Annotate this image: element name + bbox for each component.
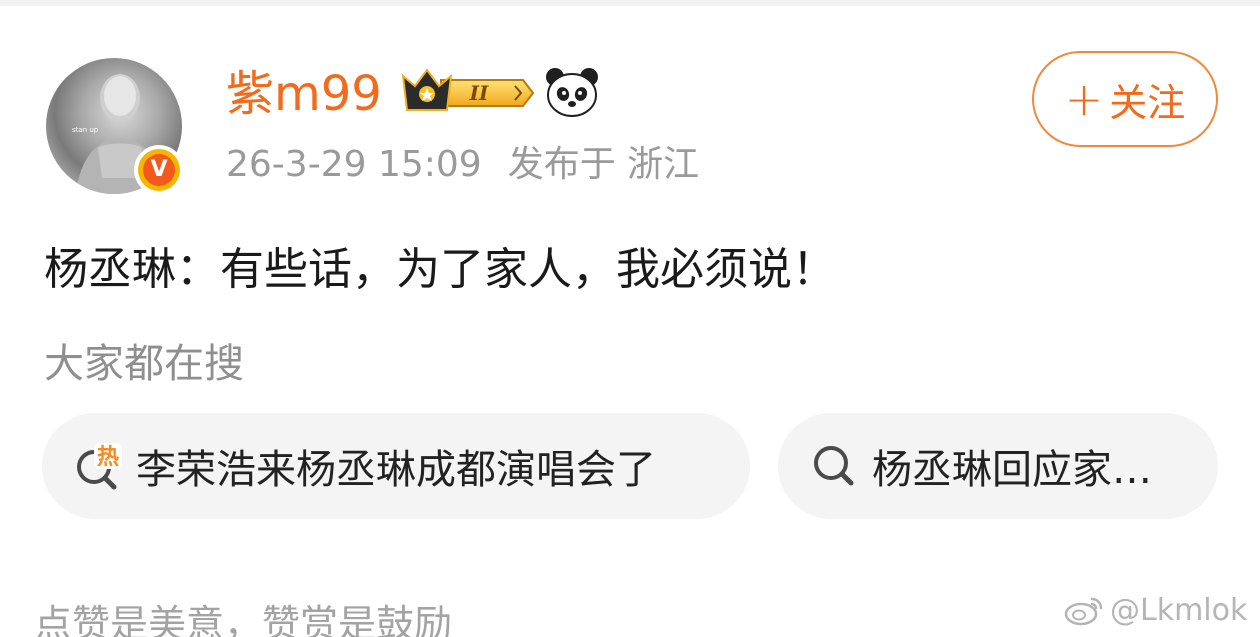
follow-label: 关注 [1109,80,1186,125]
hot-label: 热 [97,444,119,470]
verified-v-icon: V [143,154,175,186]
trending-chip-label: 杨丞琳回应家… [872,447,1152,493]
post-timestamp: 26-3-29 15:09 [226,144,482,185]
reward-prompt: 点赞是美意，赞赏是鼓励 [34,602,453,637]
trending-chip-label: 李荣浩来杨丞琳成都演唱会了 [136,447,656,493]
avatar-caption: stan up [72,126,99,134]
verified-badge: V [134,145,184,195]
top-divider [0,0,1260,6]
post-content: 杨丞琳：有些话，为了家人，我必须说！ [44,244,836,295]
trending-chip-2[interactable]: 杨丞琳回应家… [778,413,1218,519]
watermark: @Lkmlok [1064,590,1247,630]
weibo-post-screen: stan up V 紫m99 II 26-3-29 15:09 发布于 浙江 +… [0,0,1260,637]
username[interactable]: 紫m99 [226,64,382,124]
panda-icon [546,68,598,117]
trending-title: 大家都在搜 [44,341,244,387]
crown-level-badge-icon: II [401,68,535,111]
watermark-text: @Lkmlok [1110,592,1248,628]
post-meta: 26-3-29 15:09 发布于 浙江 [226,141,699,189]
search-icon [808,439,862,493]
badge-level-text: II [469,81,489,105]
trending-chip-1[interactable]: 热 李荣浩来杨丞琳成都演唱会了 [42,413,750,519]
follow-button[interactable]: + 关注 [1032,51,1218,147]
plus-icon: + [1064,72,1104,126]
weibo-logo-icon [1064,597,1103,626]
post-location: 发布于 浙江 [507,144,700,185]
hot-search-icon: 热 [72,439,126,493]
